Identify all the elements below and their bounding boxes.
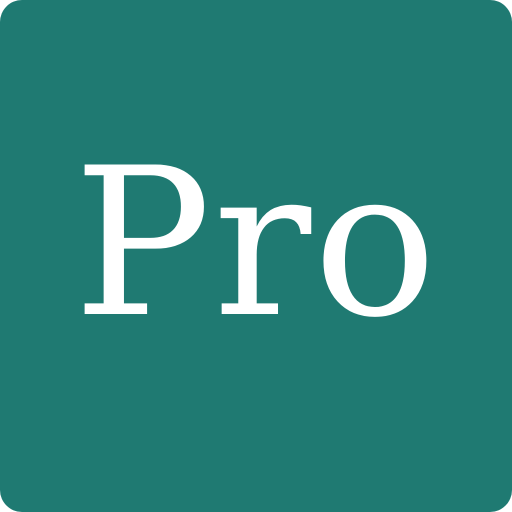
pro-app-icon[interactable]: Pro: [0, 0, 512, 512]
icon-label: Pro: [73, 124, 439, 363]
